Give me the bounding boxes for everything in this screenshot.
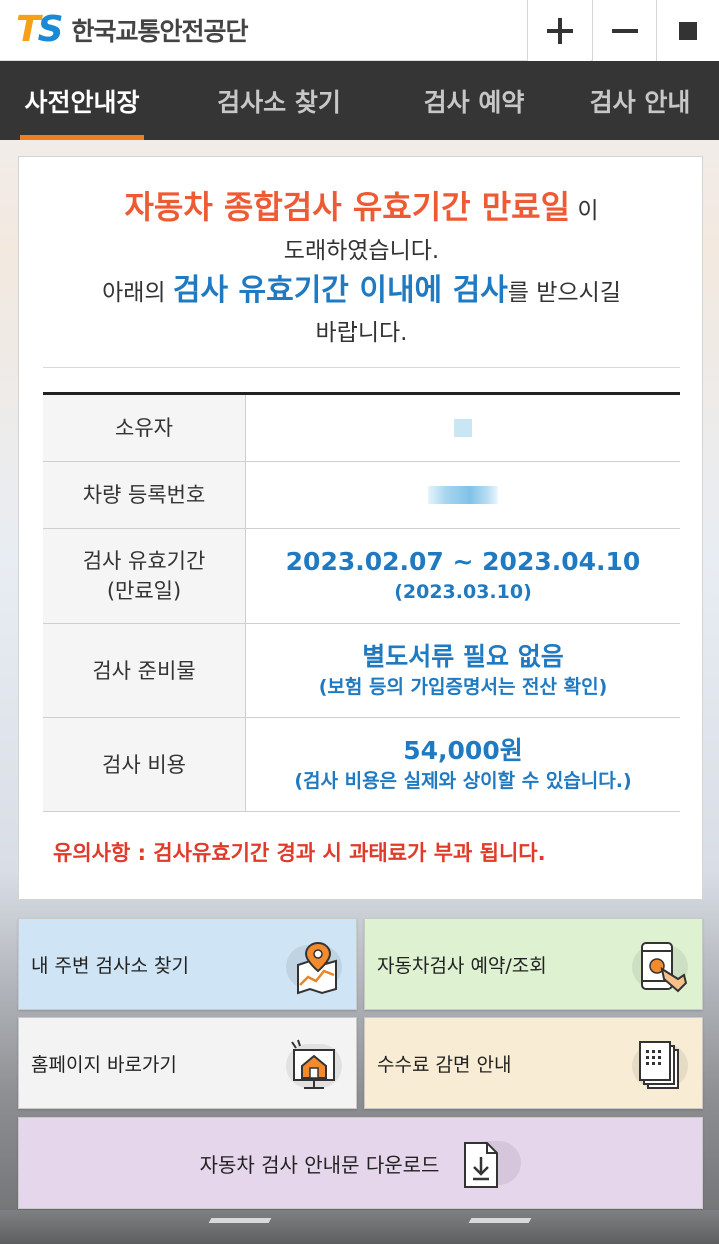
tab-reservation[interactable]: 검사 예약 — [412, 61, 536, 140]
square-icon — [679, 21, 697, 40]
zoom-out-button[interactable] — [592, 0, 656, 61]
fee-discount-label: 수수료 감면 안내 — [377, 1053, 512, 1076]
phone-touch-icon — [628, 933, 694, 997]
ts-logo-mark: TS — [16, 9, 64, 50]
download-label: 자동차 검사 안내문 다운로드 — [199, 1152, 440, 1177]
road-background — [0, 1210, 719, 1244]
caution-text: 유의사항 : 검사유효기간 경과 시 과태료가 부과 됩니다. — [53, 841, 546, 865]
download-icon — [457, 1131, 522, 1195]
table-row-plate: 차량 등록번호 — [43, 462, 680, 529]
notice-highlight-inspect: 검사 유효기간 이내에 검사 — [172, 273, 508, 308]
find-center-label: 내 주변 검사소 찾기 — [31, 954, 189, 977]
table-row-owner: 소유자 — [43, 395, 680, 462]
docs-note: (보험 등의 가입증명서는 전산 확인) — [318, 675, 608, 698]
fee-label: 검사 비용 — [43, 718, 246, 811]
fee-discount-button[interactable]: 수수료 감면 안내 — [364, 1017, 703, 1109]
square-button[interactable] — [656, 0, 719, 61]
homepage-label: 홈페이지 바로가기 — [31, 1053, 177, 1076]
tab-find-center[interactable]: 검사소 찾기 — [205, 61, 353, 140]
fee-note: (검사 비용은 실제와 상이할 수 있습니다.) — [294, 769, 632, 792]
owner-label: 소유자 — [43, 395, 246, 461]
docs-label: 검사 준비물 — [43, 624, 246, 717]
notice-highlight-expiry: 자동차 종합검사 유효기간 만료일 — [124, 188, 571, 226]
table-row-docs: 검사 준비물 별도서류 필요 없음 (보험 등의 가입증명서는 전산 확인) — [43, 624, 680, 718]
map-pin-icon — [282, 933, 348, 997]
top-bar: TS 한국교통안전공단 — [0, 0, 719, 61]
monitor-home-icon — [282, 1032, 348, 1096]
table-row-fee: 검사 비용 54,000원 (검사 비용은 실제와 상이할 수 있습니다.) — [43, 718, 680, 812]
minus-icon — [611, 28, 638, 33]
vehicle-info-table: 소유자 차량 등록번호 검사 유효기간 (만료일) 2023.02.07 ~ 2… — [43, 392, 680, 812]
notice-message: 자동차 종합검사 유효기간 만료일 이 도래하였습니다. 아래의 검사 유효기간… — [19, 187, 704, 353]
notice-line1-tail: 이 — [577, 198, 599, 224]
expiry-date: (2023.03.10) — [394, 581, 532, 603]
zoom-in-button[interactable] — [527, 0, 591, 61]
table-row-period: 검사 유효기간 (만료일) 2023.02.07 ~ 2023.04.10 (2… — [43, 529, 680, 624]
plate-value-redacted — [428, 486, 498, 504]
notice-card: 자동차 종합검사 유효기간 만료일 이 도래하였습니다. 아래의 검사 유효기간… — [18, 156, 703, 900]
main-nav: 사전안내장 검사소 찾기 검사 예약 검사 안내 — [0, 61, 719, 140]
homepage-button[interactable]: 홈페이지 바로가기 — [18, 1017, 357, 1109]
fee-value: 54,000원 — [403, 735, 523, 765]
reservation-button[interactable]: 자동차검사 예약/조회 — [364, 918, 703, 1010]
plate-label: 차량 등록번호 — [43, 462, 246, 528]
notice-line4: 바랍니다. — [315, 320, 408, 346]
download-notice-button[interactable]: 자동차 검사 안내문 다운로드 — [18, 1117, 703, 1209]
logo-text: 한국교통안전공단 — [71, 17, 249, 46]
documents-icon — [628, 1032, 694, 1096]
find-center-button[interactable]: 내 주변 검사소 찾기 — [18, 918, 357, 1010]
tab-inspection-guide[interactable]: 검사 안내 — [579, 61, 701, 140]
kotsa-logo[interactable]: TS 한국교통안전공단 — [16, 9, 249, 50]
notice-line3-head: 아래의 — [102, 280, 166, 306]
docs-value: 별도서류 필요 없음 — [362, 641, 564, 671]
period-label: 검사 유효기간 (만료일) — [43, 529, 246, 623]
notice-line3-tail: 를 받으시길 — [507, 280, 621, 306]
reservation-label: 자동차검사 예약/조회 — [377, 954, 547, 977]
divider — [43, 367, 680, 368]
period-value: 2023.02.07 ~ 2023.04.10 — [285, 547, 641, 576]
owner-value-redacted — [454, 419, 472, 437]
tab-pre-notice[interactable]: 사전안내장 — [20, 61, 144, 140]
notice-line2: 도래하였습니다. — [283, 238, 440, 264]
